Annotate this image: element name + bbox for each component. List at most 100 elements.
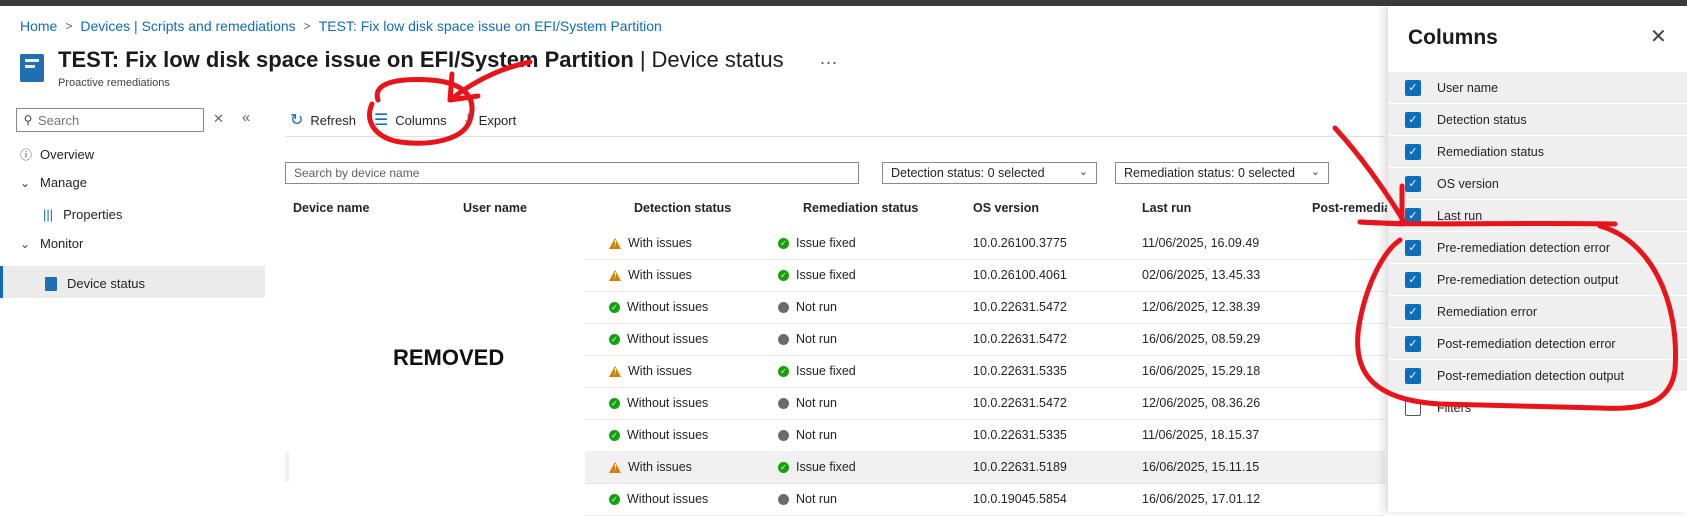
checkbox-checked-icon[interactable]: ✓	[1405, 207, 1421, 224]
detection-status-filter[interactable]: Detection status: 0 selected ⌄	[882, 162, 1097, 184]
refresh-button[interactable]: ↻ Refresh	[290, 110, 356, 130]
table-row[interactable]: ✓ Without issues Not run 10.0.22631.5472 12/…	[585, 291, 1385, 324]
column-option[interactable]: ✓ Last run	[1388, 200, 1687, 232]
breadcrumb-current[interactable]: TEST: Fix low disk space issue on EFI/Sy…	[319, 18, 662, 34]
column-option[interactable]: ✓ OS version	[1388, 168, 1687, 200]
column-option[interactable]: ✓ Remediation error	[1388, 296, 1687, 328]
nav-group-manage[interactable]: ⌄ Manage	[20, 175, 87, 190]
device-search-input[interactable]: Search by device name	[285, 162, 859, 184]
table-row[interactable]: ✓ Without issues Not run 10.0.22631.5472 16/…	[585, 323, 1385, 356]
column-header-user-name[interactable]: User name	[463, 201, 527, 215]
nav-item-label: Overview	[40, 147, 95, 162]
checkbox-checked-icon[interactable]: ✓	[1405, 79, 1421, 96]
success-check-icon: ✓	[609, 397, 620, 409]
column-header-device-name[interactable]: Device name	[293, 201, 369, 215]
collapse-nav-icon[interactable]: «	[242, 109, 250, 126]
success-check-icon: ✓	[609, 493, 620, 505]
breadcrumb-home[interactable]: Home	[20, 18, 57, 34]
detection-status-cell: ✓ Without issues	[609, 492, 708, 506]
detection-status-cell: ✓ Without issues	[609, 332, 708, 346]
column-option-label: Remediation error	[1437, 304, 1538, 319]
detection-status-cell: ✓ Without issues	[609, 428, 708, 442]
remediation-status-cell: ✓ Issue fixed	[778, 364, 856, 378]
table-row[interactable]: ✓ Without issues Not run 10.0.19045.5854 16/…	[585, 483, 1385, 516]
info-icon: ⓘ	[20, 148, 33, 162]
checkbox-checked-icon[interactable]: ✓	[1405, 111, 1421, 128]
column-option-label: Detection status	[1437, 112, 1527, 127]
column-option-label: Remediation status	[1437, 144, 1545, 159]
command-bar: ↻ Refresh ☰ Columns ⤓ Export	[290, 110, 534, 130]
checkbox-checked-icon[interactable]: ✓	[1405, 239, 1421, 256]
nav-active-indicator	[0, 266, 3, 298]
panel-title: Columns	[1408, 26, 1498, 49]
column-header-post-remediation[interactable]: Post-remedia	[1312, 201, 1391, 215]
remediation-status-cell-text: Not run	[796, 396, 837, 410]
clear-search-icon[interactable]: ✕	[213, 111, 224, 127]
close-icon[interactable]: ✕	[1650, 24, 1667, 49]
remediation-status-cell-text: Not run	[796, 428, 837, 442]
columns-button[interactable]: ☰ Columns	[374, 110, 447, 130]
detection-status-cell-text: Without issues	[627, 396, 709, 410]
remediation-status-filter[interactable]: Remediation status: 0 selected ⌄	[1115, 162, 1329, 184]
checkbox-unchecked-icon[interactable]	[1405, 399, 1421, 416]
remediation-status-cell: Not run	[778, 492, 837, 506]
column-header-last-run[interactable]: Last run	[1142, 201, 1191, 215]
not-run-icon	[778, 397, 789, 409]
refresh-label: Refresh	[310, 112, 356, 128]
success-check-icon: ✓	[778, 365, 789, 377]
nav-item-overview[interactable]: ⓘ Overview	[20, 146, 94, 163]
column-header-detection-status[interactable]: Detection status	[634, 201, 731, 215]
table-row[interactable]: ! With issues ✓ Issue fixed 10.0.26100.4061 0…	[585, 259, 1385, 292]
column-option[interactable]: ✓ User name	[1388, 72, 1687, 104]
checkbox-checked-icon[interactable]: ✓	[1405, 335, 1421, 352]
nav-item-label: Monitor	[40, 236, 84, 251]
column-header-remediation-status[interactable]: Remediation status	[803, 201, 918, 215]
nav-item-label: Device status	[67, 276, 146, 291]
column-option[interactable]: ✓ Pre-remediation detection error	[1388, 232, 1687, 264]
more-options-button[interactable]: ...	[820, 48, 838, 69]
warning-icon: !	[609, 461, 621, 473]
checkbox-checked-icon[interactable]: ✓	[1405, 175, 1421, 192]
column-header-os-version[interactable]: OS version	[973, 201, 1039, 215]
table-row[interactable]: ! With issues ✓ Issue fixed 10.0.22631.5189 1…	[585, 451, 1385, 484]
checkbox-checked-icon[interactable]: ✓	[1405, 303, 1421, 320]
remediation-status-cell-text: Issue fixed	[796, 236, 856, 250]
columns-panel: Columns ✕ ✓ User name ✓ Detection status ✓ Re…	[1387, 6, 1687, 512]
breadcrumb-scripts[interactable]: Devices | Scripts and remediations	[80, 18, 295, 34]
column-option-label: Last run	[1437, 208, 1483, 223]
nav-item-device-status[interactable]: Device status	[45, 276, 145, 291]
title-separator: |	[639, 47, 646, 72]
detection-status-cell-text: With issues	[628, 236, 692, 250]
column-option[interactable]: ✓ Post-remediation detection error	[1388, 328, 1687, 360]
export-button[interactable]: ⤓ Export	[465, 111, 517, 129]
detection-status-cell-text: With issues	[628, 460, 692, 474]
chevron-right-icon: >	[303, 19, 311, 33]
download-icon: ⤓	[464, 111, 472, 128]
table-row[interactable]: ! With issues ✓ Issue fixed 10.0.26100.3775 1…	[585, 227, 1385, 260]
toolbar-divider	[285, 136, 1385, 137]
os-version-cell: 10.0.22631.5472	[973, 332, 1067, 346]
checkbox-checked-icon[interactable]: ✓	[1405, 367, 1421, 384]
remediation-status-cell: ✓ Issue fixed	[778, 460, 856, 474]
column-option[interactable]: ✓ Remediation status	[1388, 136, 1687, 168]
table-row[interactable]: ! With issues ✓ Issue fixed 10.0.22631.5335 1…	[585, 355, 1385, 388]
chevron-down-icon: ⌄	[20, 175, 31, 190]
column-option[interactable]: ✓ Post-remediation detection output	[1388, 360, 1687, 392]
page-header: TEST: Fix low disk space issue on EFI/Sy…	[20, 46, 784, 82]
os-version-cell: 10.0.26100.3775	[973, 236, 1067, 250]
nav-item-properties[interactable]: ||| Properties	[43, 207, 122, 222]
device-status-icon	[45, 276, 57, 291]
columns-icon: ☰	[373, 112, 389, 129]
column-option[interactable]: ✓ Detection status	[1388, 104, 1687, 136]
remediation-status-cell-text: Issue fixed	[796, 268, 856, 282]
table-row[interactable]: ✓ Without issues Not run 10.0.22631.5472 12/…	[585, 387, 1385, 420]
checkbox-checked-icon[interactable]: ✓	[1405, 143, 1421, 160]
removed-overlay-label: REMOVED	[393, 345, 505, 370]
column-option[interactable]: Filters	[1388, 392, 1687, 424]
table-row[interactable]: ✓ Without issues Not run 10.0.22631.5335 11/…	[585, 419, 1385, 452]
nav-group-monitor[interactable]: ⌄ Monitor	[20, 236, 83, 251]
nav-search-input[interactable]	[36, 111, 200, 129]
chevron-down-icon: ⌄	[20, 236, 31, 251]
column-option[interactable]: ✓ Pre-remediation detection output	[1388, 264, 1687, 296]
checkbox-checked-icon[interactable]: ✓	[1405, 271, 1421, 288]
